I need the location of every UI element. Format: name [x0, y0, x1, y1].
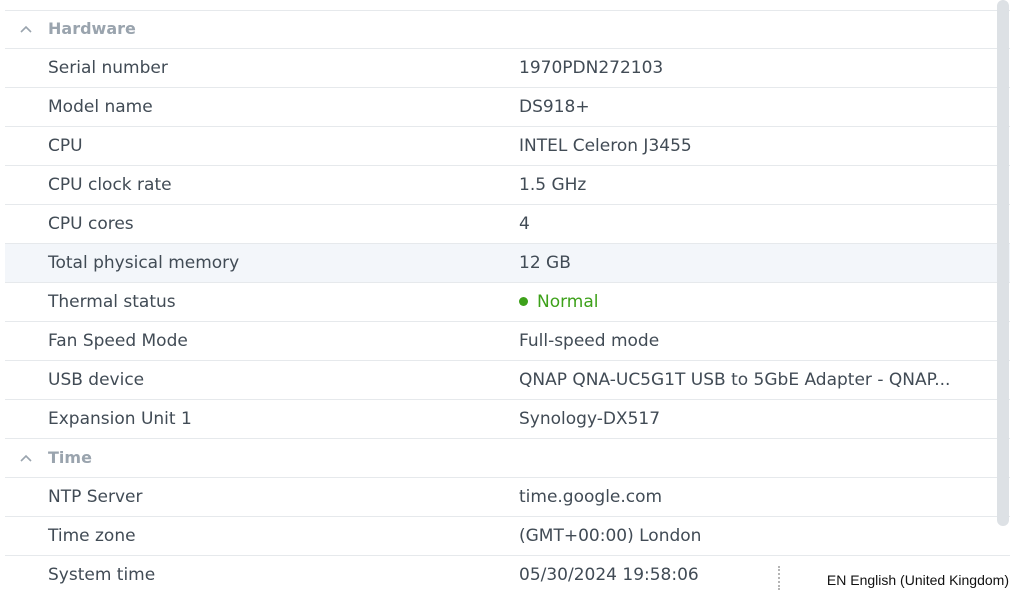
chevron-up-icon[interactable] [19, 452, 33, 464]
taskbar-separator [778, 566, 780, 590]
section-title: Time [48, 448, 92, 467]
row-label: Serial number [48, 58, 168, 78]
row-value: 4 [519, 214, 530, 234]
info-row-serial-number: Serial number 1970PDN272103 [5, 49, 1010, 88]
row-value: DS918+ [519, 97, 590, 117]
row-label: Time zone [48, 526, 136, 546]
status-text: Normal [537, 292, 599, 312]
vertical-scrollbar[interactable] [997, 0, 1009, 526]
row-value: INTEL Celeron J3455 [519, 136, 692, 156]
info-row-fan-speed-mode: Fan Speed Mode Full-speed mode [5, 322, 1010, 361]
section-title: Hardware [48, 19, 136, 38]
section-header-time[interactable]: Time [5, 439, 1010, 478]
row-label: Expansion Unit 1 [48, 409, 192, 429]
row-value: Full-speed mode [519, 331, 660, 351]
info-row-cpu-clock-rate: CPU clock rate 1.5 GHz [5, 166, 1010, 205]
row-value: 1970PDN272103 [519, 58, 664, 78]
row-label: System time [48, 565, 156, 585]
language-indicator[interactable]: EN English (United Kingdom) [816, 568, 1009, 592]
row-label: CPU cores [48, 214, 134, 234]
row-label: Model name [48, 97, 153, 117]
info-row-total-physical-memory: Total physical memory 12 GB [5, 244, 1010, 283]
info-row-cpu: CPU INTEL Celeron J3455 [5, 127, 1010, 166]
row-label: USB device [48, 370, 145, 390]
status-value: Normal [519, 283, 989, 321]
row-label: CPU [48, 136, 83, 156]
info-row-usb-device: USB device QNAP QNA-UC5G1T USB to 5GbE A… [5, 361, 1010, 400]
row-label: CPU clock rate [48, 175, 172, 195]
info-list: Hardware Serial number 1970PDN272103 Mod… [5, 10, 1010, 592]
row-label: NTP Server [48, 487, 143, 507]
system-info-panel: Hardware Serial number 1970PDN272103 Mod… [0, 0, 1010, 592]
row-value: 12 GB [519, 253, 571, 273]
info-row-cpu-cores: CPU cores 4 [5, 205, 1010, 244]
row-label: Fan Speed Mode [48, 331, 188, 351]
info-row-model-name: Model name DS918+ [5, 88, 1010, 127]
row-label: Total physical memory [48, 253, 240, 273]
info-row-ntp-server: NTP Server time.google.com [5, 478, 1010, 517]
status-dot-icon [519, 297, 528, 306]
row-value: time.google.com [519, 487, 663, 507]
row-value: 1.5 GHz [519, 175, 587, 195]
info-row-expansion-unit-1: Expansion Unit 1 Synology-DX517 [5, 400, 1010, 439]
row-value: QNAP QNA-UC5G1T USB to 5GbE Adapter - QN… [519, 370, 951, 390]
section-header-hardware[interactable]: Hardware [5, 10, 1010, 49]
row-label: Thermal status [48, 292, 176, 312]
chevron-up-icon[interactable] [19, 23, 33, 35]
info-row-thermal-status: Thermal status Normal [5, 283, 1010, 322]
row-value: Synology-DX517 [519, 409, 661, 429]
info-row-time-zone: Time zone (GMT+00:00) London [5, 517, 1010, 556]
row-value: (GMT+00:00) London [519, 526, 702, 546]
